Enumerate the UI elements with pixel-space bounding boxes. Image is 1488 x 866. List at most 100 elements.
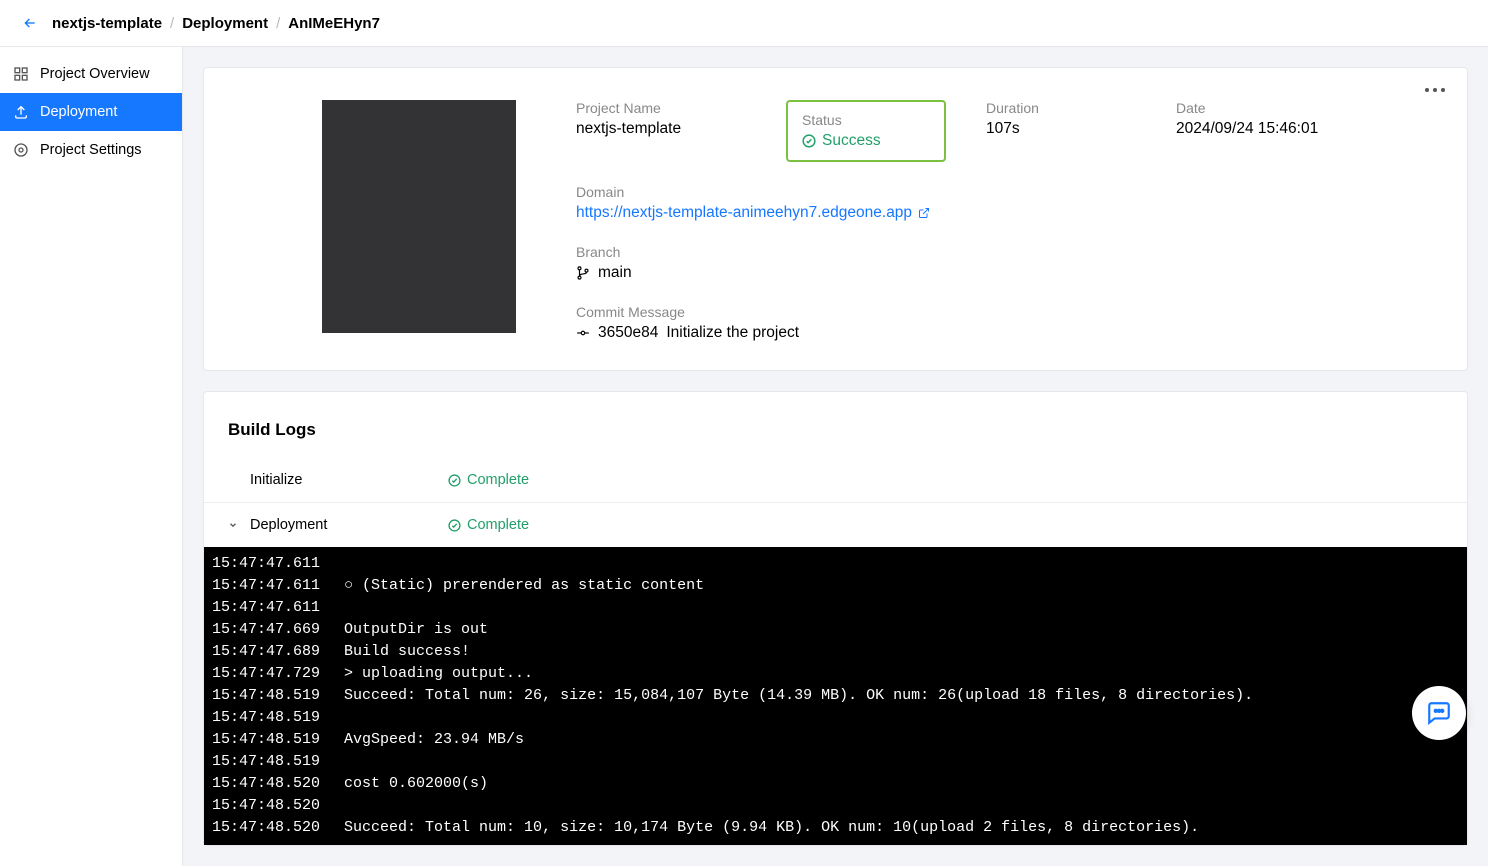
status-label: Status [802,112,930,128]
complete-text: Complete [467,517,529,533]
check-circle-icon [802,134,816,148]
sidebar-item-label: Deployment [40,104,117,120]
domain-block: Domain https://nextjs-template-animeehyn… [576,184,1431,222]
step-name: Initialize [250,472,440,488]
terminal-text: > uploading output... [344,663,533,685]
terminal-line: 15:47:47.611 ○ (Static) prerendered as st… [210,575,1461,597]
terminal-text: Build success! [344,641,470,663]
terminal-timestamp: 15:47:48.519 [210,707,320,729]
git-branch-icon [576,266,590,280]
breadcrumb-sep: / [170,15,174,32]
step-name: Deployment [250,517,440,533]
project-name-block: Project Name nextjs-template [576,100,746,162]
terminal-text: cost 0.602000(s) [344,773,488,795]
chat-button[interactable] [1412,686,1466,740]
chat-icon [1426,700,1452,726]
sidebar-item-deployment[interactable]: Deployment [0,93,182,131]
breadcrumb-id[interactable]: AnIMeEHyn7 [288,15,380,32]
gear-icon [12,141,30,159]
more-button[interactable] [1425,88,1445,92]
preview-thumbnail [322,100,516,333]
external-link-icon [918,207,930,219]
status-block: Status Success [786,100,946,162]
terminal-timestamp: 15:47:47.729 [210,663,320,685]
terminal-line: 15:47:47.689 Build success! [210,641,1461,663]
breadcrumb-deployment[interactable]: Deployment [182,15,268,32]
date-label: Date [1176,100,1326,116]
date-value: 2024/09/24 15:46:01 [1176,120,1326,138]
sidebar-item-label: Project Settings [40,142,142,158]
check-circle-icon [448,474,461,487]
sidebar-item-settings[interactable]: Project Settings [0,131,182,169]
git-commit-icon [576,326,590,340]
grid-icon [12,65,30,83]
branch-label: Branch [576,244,1431,260]
terminal-line: 15:47:48.519 [210,707,1461,729]
commit-label: Commit Message [576,304,1431,320]
branch-value: main [576,264,1431,282]
terminal-line: 15:47:47.669OutputDir is out [210,619,1461,641]
log-step-initialize[interactable]: Initialize Complete [204,458,1467,503]
terminal-timestamp: 15:47:47.611 [210,597,320,619]
breadcrumb: nextjs-template / Deployment / AnIMeEHyn… [52,15,380,32]
project-name-label: Project Name [576,100,746,116]
duration-value: 107s [986,120,1136,138]
complete-text: Complete [467,472,529,488]
breadcrumb-sep: / [276,15,280,32]
build-logs-title: Build Logs [204,420,1467,458]
commit-hash: 3650e84 [598,324,658,342]
terminal-text: ○ (Static) prerendered as static content [344,575,704,597]
check-circle-icon [448,519,461,532]
duration-label: Duration [986,100,1136,116]
breadcrumb-project[interactable]: nextjs-template [52,15,162,32]
terminal-line: 15:47:47.611 [210,553,1461,575]
date-block: Date 2024/09/24 15:46:01 [1176,100,1326,162]
topbar: nextjs-template / Deployment / AnIMeEHyn… [0,0,1488,47]
terminal-timestamp: 15:47:47.611 [210,575,320,597]
status-text: Success [822,132,881,150]
deployment-overview-card: Project Name nextjs-template Status Succ… [203,67,1468,371]
terminal-line: 15:47:48.520 [210,795,1461,817]
main-content: Project Name nextjs-template Status Succ… [183,47,1488,866]
branch-text: main [598,264,632,282]
terminal-line: 15:47:48.520 Succeed: Total num: 10, size… [210,817,1461,839]
terminal-line: 15:47:48.519 [210,751,1461,773]
terminal-timestamp: 15:47:47.611 [210,553,320,575]
sidebar-item-overview[interactable]: Project Overview [0,55,182,93]
terminal-output[interactable]: 15:47:47.61115:47:47.611○ (Static) prere… [204,547,1467,845]
build-logs-card: Build Logs Initialize Complete Deploymen… [203,391,1468,846]
terminal-line: 15:47:48.519 Succeed: Total num: 26, size… [210,685,1461,707]
chevron-icon [228,472,242,488]
domain-label: Domain [576,184,1431,200]
step-status: Complete [448,517,529,533]
commit-value: 3650e84 Initialize the project [576,324,1431,342]
terminal-line: 15:47:47.611 [210,597,1461,619]
arrow-left-icon [22,15,38,31]
terminal-text: Succeed: Total num: 26, size: 15,084,107… [344,685,1253,707]
commit-message: Initialize the project [666,324,799,342]
commit-block: Commit Message 3650e84 Initialize the pr… [576,304,1431,342]
back-button[interactable] [20,13,40,33]
status-value: Success [802,132,930,150]
terminal-timestamp: 15:47:47.689 [210,641,320,663]
terminal-timestamp: 15:47:48.519 [210,751,320,773]
chevron-down-icon [228,520,242,530]
terminal-timestamp: 15:47:48.519 [210,685,320,707]
upload-icon [12,103,30,121]
duration-block: Duration 107s [986,100,1136,162]
terminal-timestamp: 15:47:47.669 [210,619,320,641]
sidebar-item-label: Project Overview [40,66,150,82]
terminal-text: AvgSpeed: 23.94 MB/s [344,729,524,751]
project-name-value: nextjs-template [576,120,746,138]
terminal-timestamp: 15:47:48.519 [210,729,320,751]
log-step-deployment[interactable]: Deployment Complete [204,503,1467,547]
domain-link[interactable]: https://nextjs-template-animeehyn7.edgeo… [576,204,930,222]
terminal-text: Succeed: Total num: 10, size: 10,174 Byt… [344,817,1199,839]
terminal-timestamp: 15:47:48.520 [210,773,320,795]
branch-block: Branch main [576,244,1431,282]
terminal-timestamp: 15:47:48.520 [210,795,320,817]
ellipsis-icon [1425,88,1445,92]
terminal-line: 15:47:48.519 AvgSpeed: 23.94 MB/s [210,729,1461,751]
terminal-timestamp: 15:47:48.520 [210,817,320,839]
sidebar: Project Overview Deployment Project Sett… [0,47,183,866]
